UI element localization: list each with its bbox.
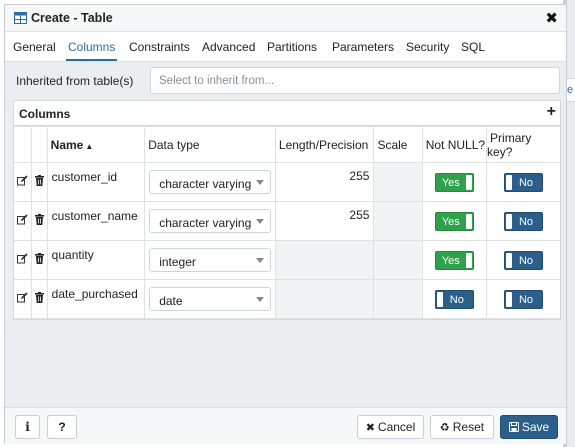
tab-partitions[interactable]: Partitions bbox=[267, 40, 317, 54]
reset-button[interactable]: ♻ Reset bbox=[430, 415, 494, 439]
edit-icon[interactable] bbox=[14, 162, 32, 202]
info-button[interactable]: i bbox=[15, 415, 40, 439]
not-null-toggle[interactable]: No bbox=[434, 289, 474, 309]
table-row: quantity integer Yes No bbox=[14, 240, 560, 280]
column-name-cell[interactable]: customer_name bbox=[46, 201, 146, 241]
create-table-dialog: Create - Table ✖ General Columns Constra… bbox=[4, 4, 567, 444]
length-cell bbox=[274, 279, 375, 319]
not-null-toggle[interactable]: Yes bbox=[434, 211, 474, 231]
primary-key-toggle[interactable]: No bbox=[504, 250, 544, 270]
header-not-null[interactable]: Not NULL? bbox=[421, 126, 488, 163]
edit-icon[interactable] bbox=[14, 240, 32, 280]
columns-grid-header: Columns + bbox=[14, 101, 560, 126]
length-cell bbox=[274, 240, 375, 280]
columns-title: Columns bbox=[19, 107, 71, 121]
table-row: customer_id character varying 255 Yes No bbox=[14, 162, 560, 202]
tab-general[interactable]: General bbox=[13, 40, 56, 54]
table-row: date_purchased date No No bbox=[14, 279, 560, 319]
cancel-button[interactable]: ✖ Cancel bbox=[357, 415, 424, 439]
tab-security[interactable]: Security bbox=[406, 40, 449, 54]
close-icon[interactable]: ✖ bbox=[545, 9, 558, 27]
tab-columns[interactable]: Columns bbox=[65, 40, 118, 61]
add-column-button[interactable]: + bbox=[547, 103, 556, 121]
help-button[interactable]: ? bbox=[47, 415, 77, 439]
edit-icon[interactable] bbox=[14, 279, 32, 319]
data-type-select[interactable]: integer bbox=[149, 248, 271, 272]
table-icon bbox=[14, 12, 27, 24]
trash-icon[interactable] bbox=[30, 279, 48, 319]
columns-table: Name ▲ Data type Length/Precision Scale N… bbox=[14, 126, 560, 319]
header-data-type[interactable]: Data type bbox=[144, 126, 276, 163]
data-type-select[interactable]: character varying bbox=[149, 209, 271, 233]
header-primary-key[interactable]: Primary key? bbox=[486, 126, 560, 163]
chevron-down-icon bbox=[255, 180, 264, 185]
inherit-select-input[interactable]: Select to inherit from... bbox=[150, 67, 560, 94]
trash-icon[interactable] bbox=[30, 162, 48, 202]
floppy-disk-icon bbox=[508, 422, 519, 434]
chevron-down-icon bbox=[255, 258, 264, 263]
chevron-down-icon bbox=[255, 219, 264, 224]
save-button[interactable]: Save bbox=[500, 415, 558, 439]
columns-header-row: Name ▲ Data type Length/Precision Scale N… bbox=[14, 126, 560, 163]
primary-key-toggle[interactable]: No bbox=[504, 172, 544, 192]
dialog-title: Create - Table bbox=[31, 11, 113, 25]
header-scale[interactable]: Scale bbox=[373, 126, 423, 163]
dialog-body: Inherited from table(s) Select to inheri… bbox=[5, 62, 566, 407]
sort-ascending-icon: ▲ bbox=[85, 141, 94, 151]
scale-cell bbox=[373, 162, 423, 202]
header-length[interactable]: Length/Precision bbox=[274, 126, 375, 163]
primary-key-toggle[interactable]: No bbox=[504, 211, 544, 231]
trash-icon[interactable] bbox=[30, 201, 48, 241]
primary-key-toggle[interactable]: No bbox=[504, 289, 544, 309]
scale-cell bbox=[373, 279, 423, 319]
not-null-toggle[interactable]: Yes bbox=[434, 172, 474, 192]
length-cell[interactable]: 255 bbox=[274, 201, 375, 241]
tab-advanced[interactable]: Advanced bbox=[202, 40, 255, 54]
chevron-down-icon bbox=[255, 297, 264, 302]
tab-sql[interactable]: SQL bbox=[461, 40, 485, 54]
column-name-cell[interactable]: customer_id bbox=[46, 162, 146, 202]
data-type-select[interactable]: date bbox=[149, 287, 271, 311]
column-name-cell[interactable]: date_purchased bbox=[46, 279, 146, 319]
scale-cell bbox=[373, 240, 423, 280]
data-type-select[interactable]: character varying bbox=[149, 170, 271, 194]
table-row: customer_name character varying 255 Yes … bbox=[14, 201, 560, 241]
inherit-label: Inherited from table(s) bbox=[16, 74, 134, 88]
column-name-cell[interactable]: quantity bbox=[46, 240, 146, 280]
header-name[interactable]: Name ▲ bbox=[46, 126, 146, 163]
edit-icon[interactable] bbox=[14, 201, 32, 241]
close-icon: ✖ bbox=[365, 422, 375, 434]
columns-grid: Columns + Name ▲ Data type Length/Precisi… bbox=[13, 100, 561, 320]
trash-icon[interactable] bbox=[30, 240, 48, 280]
tab-bar: General Columns Constraints Advanced Par… bbox=[5, 32, 566, 62]
scale-cell bbox=[373, 201, 423, 241]
length-cell[interactable]: 255 bbox=[274, 162, 375, 202]
not-null-toggle[interactable]: Yes bbox=[434, 250, 474, 270]
recycle-icon: ♻ bbox=[439, 422, 450, 434]
dialog-titlebar[interactable]: Create - Table ✖ bbox=[5, 5, 566, 32]
tab-constraints[interactable]: Constraints bbox=[129, 40, 190, 54]
dialog-footer: i ? ✖ Cancel ♻ Reset Save bbox=[5, 407, 566, 444]
tab-parameters[interactable]: Parameters bbox=[332, 40, 394, 54]
